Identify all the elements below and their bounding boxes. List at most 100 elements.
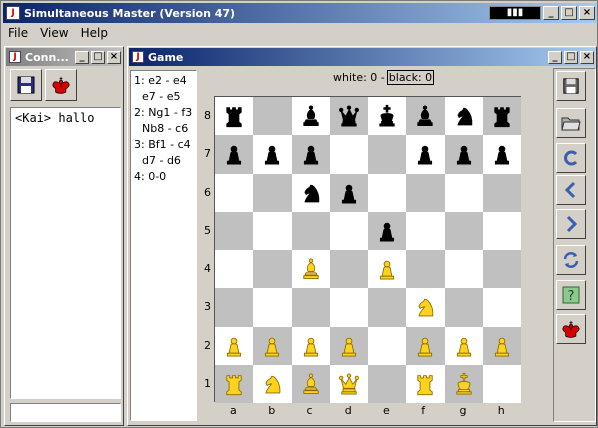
square-c8[interactable] (291, 97, 330, 136)
square-g1[interactable] (444, 364, 483, 403)
game-title-bar[interactable]: J Game _ □ × (129, 48, 595, 66)
white-rook-icon[interactable] (412, 371, 438, 397)
white-pawn-icon[interactable] (221, 333, 247, 359)
black-knight-icon[interactable] (298, 180, 324, 206)
chat-log[interactable]: <Kai> hallo (10, 107, 121, 399)
square-c2[interactable] (291, 326, 330, 365)
square-a5[interactable] (215, 211, 254, 250)
square-e2[interactable] (368, 326, 407, 365)
move-white[interactable]: 4: 0-0 (134, 169, 193, 185)
main-title-bar[interactable]: J Simultaneous Master (Version 47) ▮▮▮ _… (3, 3, 597, 23)
chess-board[interactable] (214, 96, 521, 403)
square-g3[interactable] (444, 288, 483, 327)
square-b7[interactable] (253, 135, 292, 174)
square-g4[interactable] (444, 250, 483, 289)
square-d8[interactable] (329, 97, 368, 136)
extra-title-icons[interactable]: ▮▮▮ (489, 6, 541, 20)
square-c3[interactable] (291, 288, 330, 327)
black-king-icon[interactable] (374, 103, 400, 129)
menu-file[interactable]: File (2, 26, 34, 40)
black-rook-icon[interactable] (489, 103, 515, 129)
square-f1[interactable] (406, 364, 445, 403)
white-pawn-icon[interactable] (336, 333, 362, 359)
square-d3[interactable] (329, 288, 368, 327)
square-g8[interactable] (444, 97, 483, 136)
square-g7[interactable] (444, 135, 483, 174)
king-button[interactable] (45, 69, 77, 101)
white-knight-icon[interactable] (412, 294, 438, 320)
black-pawn-icon[interactable] (298, 141, 324, 167)
square-e5[interactable] (368, 211, 407, 250)
move-black[interactable]: d7 - d6 (134, 153, 193, 169)
maximize-icon[interactable]: □ (561, 6, 577, 20)
forward-button[interactable] (556, 209, 586, 239)
move-list[interactable]: 1: e2 - e4 e7 - e5 2: Ng1 - f3 Nb8 - c6 3: B… (130, 70, 197, 421)
white-king-icon[interactable] (451, 371, 477, 397)
square-h2[interactable] (482, 326, 521, 365)
square-a3[interactable] (215, 288, 254, 327)
square-b5[interactable] (253, 211, 292, 250)
square-g5[interactable] (444, 211, 483, 250)
square-e8[interactable] (368, 97, 407, 136)
black-pawn-icon[interactable] (336, 180, 362, 206)
square-e3[interactable] (368, 288, 407, 327)
square-f8[interactable] (406, 97, 445, 136)
white-pawn-icon[interactable] (451, 333, 477, 359)
square-h7[interactable] (482, 135, 521, 174)
open-button[interactable] (556, 108, 586, 138)
move-white[interactable]: 2: Ng1 - f3 (134, 105, 193, 121)
white-pawn-icon[interactable] (374, 256, 400, 282)
back-button[interactable] (556, 175, 586, 205)
square-e4[interactable] (368, 250, 407, 289)
square-h4[interactable] (482, 250, 521, 289)
split-divider[interactable] (199, 70, 203, 421)
minimize-icon[interactable]: _ (548, 50, 562, 64)
square-b3[interactable] (253, 288, 292, 327)
close-icon[interactable]: × (579, 6, 595, 20)
square-d5[interactable] (329, 211, 368, 250)
square-h8[interactable] (482, 97, 521, 136)
square-d4[interactable] (329, 250, 368, 289)
undo-button[interactable] (556, 143, 586, 173)
white-rook-icon[interactable] (221, 371, 247, 397)
black-bishop-icon[interactable] (412, 103, 438, 129)
square-c5[interactable] (291, 211, 330, 250)
square-e7[interactable] (368, 135, 407, 174)
square-f3[interactable] (406, 288, 445, 327)
square-g6[interactable] (444, 173, 483, 212)
square-b4[interactable] (253, 250, 292, 289)
move-white[interactable]: 3: Bf1 - c4 (134, 137, 193, 153)
white-pawn-icon[interactable] (489, 333, 515, 359)
connection-title-bar[interactable]: J Conn... _ □ × (6, 48, 122, 66)
square-g2[interactable] (444, 326, 483, 365)
move-white[interactable]: 1: e2 - e4 (134, 73, 193, 89)
close-icon[interactable]: × (580, 50, 594, 64)
white-pawn-icon[interactable] (298, 333, 324, 359)
square-d6[interactable] (329, 173, 368, 212)
chat-input[interactable] (10, 403, 121, 422)
square-d1[interactable] (329, 364, 368, 403)
minimize-icon[interactable]: _ (543, 6, 559, 20)
help-button[interactable]: ? (556, 280, 586, 310)
square-a6[interactable] (215, 173, 254, 212)
save-game-button[interactable] (556, 71, 586, 101)
close-icon[interactable]: × (107, 50, 121, 64)
square-f5[interactable] (406, 211, 445, 250)
square-f2[interactable] (406, 326, 445, 365)
square-h6[interactable] (482, 173, 521, 212)
black-queen-icon[interactable] (336, 103, 362, 129)
square-h3[interactable] (482, 288, 521, 327)
square-c4[interactable] (291, 250, 330, 289)
square-f7[interactable] (406, 135, 445, 174)
maximize-icon[interactable]: □ (564, 50, 578, 64)
black-pawn-icon[interactable] (489, 141, 515, 167)
black-pawn-icon[interactable] (412, 141, 438, 167)
square-h1[interactable] (482, 364, 521, 403)
square-e1[interactable] (368, 364, 407, 403)
square-c1[interactable] (291, 364, 330, 403)
black-pawn-icon[interactable] (259, 141, 285, 167)
square-a4[interactable] (215, 250, 254, 289)
square-b8[interactable] (253, 97, 292, 136)
square-a7[interactable] (215, 135, 254, 174)
move-black[interactable]: Nb8 - c6 (134, 121, 193, 137)
